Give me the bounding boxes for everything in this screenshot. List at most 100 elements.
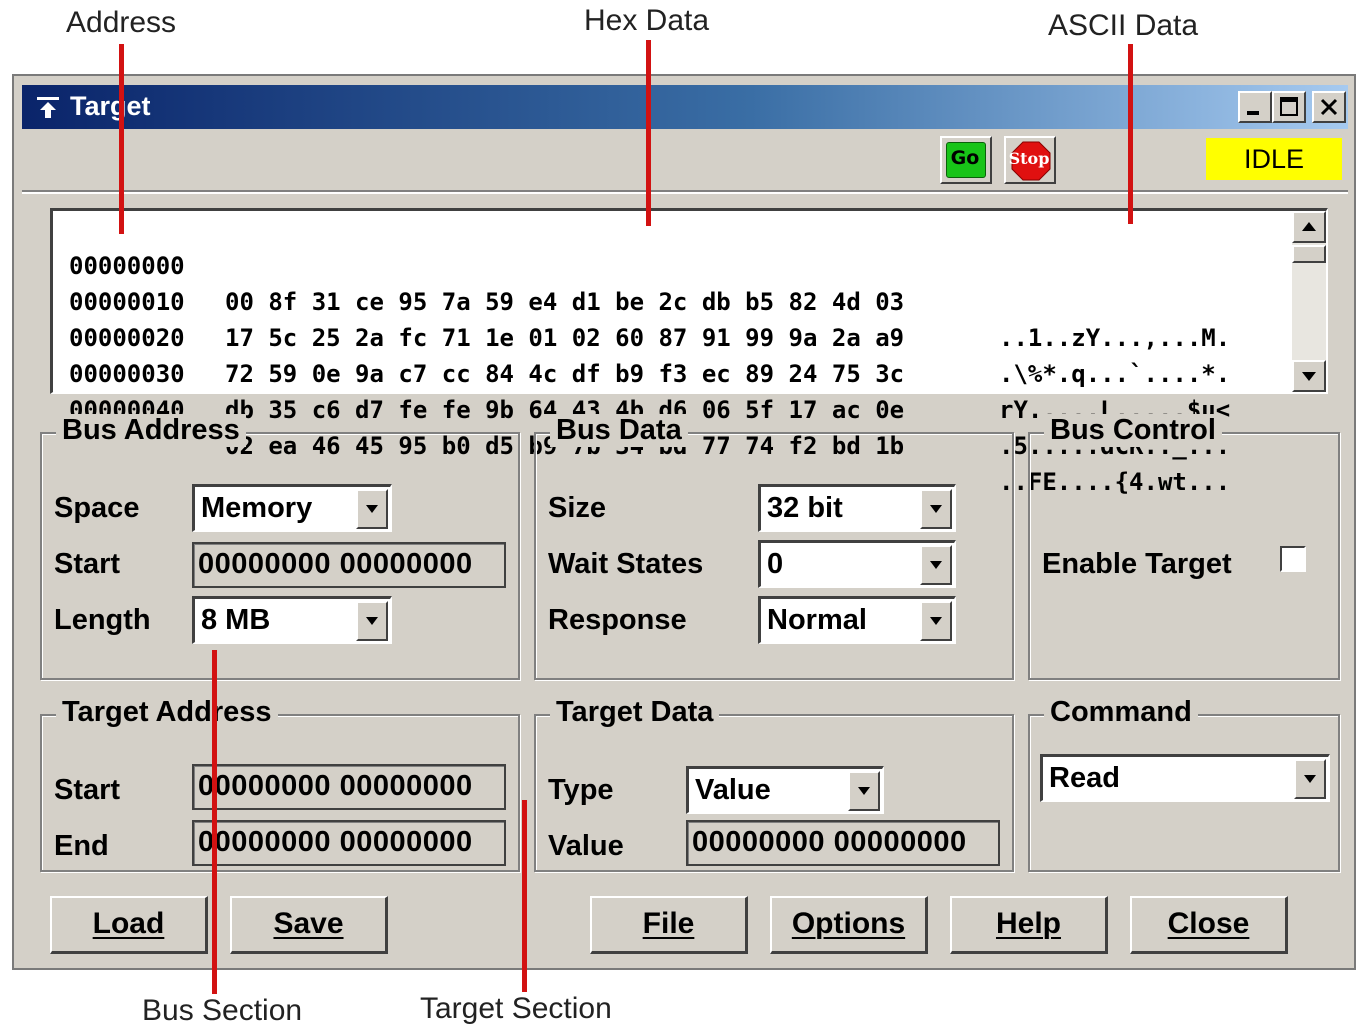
enable-target-checkbox[interactable] <box>1280 546 1306 572</box>
callout-line-address <box>119 44 124 234</box>
chevron-down-icon <box>930 617 942 625</box>
target-start-field[interactable]: 00000000 00000000 <box>192 764 506 810</box>
enable-target-label: Enable Target <box>1042 548 1232 580</box>
file-button[interactable]: File <box>590 896 748 954</box>
response-dropdown-button[interactable] <box>920 601 952 641</box>
save-button[interactable]: Save <box>230 896 388 954</box>
status-indicator: IDLE <box>1206 138 1342 180</box>
chevron-down-icon <box>858 787 870 795</box>
close-icon <box>1320 98 1338 116</box>
wait-states-value: 0 <box>767 548 784 580</box>
command-group: Command Read <box>1028 696 1340 872</box>
close-button[interactable]: Close <box>1130 896 1288 954</box>
callout-bus-section: Bus Section <box>142 994 303 1027</box>
target-end-field[interactable]: 00000000 00000000 <box>192 820 506 866</box>
callout-target-section: Target Section <box>420 992 612 1025</box>
chevron-down-icon <box>366 505 378 513</box>
callout-line-target-section <box>522 800 527 992</box>
hex-scrollbar[interactable] <box>1292 211 1326 392</box>
callout-address: Address <box>66 6 177 39</box>
arrow-down-icon <box>1302 372 1316 381</box>
start-label: Start <box>54 548 121 580</box>
toolbar-separator <box>22 190 1348 194</box>
value-label: Value <box>548 830 624 862</box>
scroll-up-button[interactable] <box>1292 211 1326 243</box>
options-button[interactable]: Options <box>770 896 928 954</box>
target-end-label: End <box>54 830 109 862</box>
target-address-title: Target Address <box>56 696 278 729</box>
type-select[interactable]: Value <box>686 766 884 814</box>
target-data-group: Target Data Type Value Value 00000000 00… <box>534 696 1014 872</box>
bus-address-title: Bus Address <box>56 414 246 447</box>
response-label: Response <box>548 604 687 636</box>
length-label: Length <box>54 604 151 636</box>
wait-states-select[interactable]: 0 <box>758 540 956 588</box>
command-dropdown-button[interactable] <box>1294 759 1326 799</box>
size-select[interactable]: 32 bit <box>758 484 956 532</box>
stop-button[interactable]: Stop <box>1004 136 1056 184</box>
hex-row[interactable]: 00000000 00 8f 31 ce 95 7a 59 e4 d1 be 2… <box>69 212 1230 352</box>
hex-row-bytes: 00 8f 31 ce 95 7a 59 e4 d1 be 2c db b5 8… <box>225 288 905 316</box>
size-value: 32 bit <box>767 492 843 524</box>
hex-row[interactable]: 00000030 db 35 c6 d7 fe fe 9b 64 43 4b d… <box>69 320 1230 460</box>
pin-icon <box>37 97 59 118</box>
bus-data-title: Bus Data <box>550 414 688 447</box>
bus-start-field[interactable]: 00000000 00000000 <box>192 542 506 588</box>
space-label: Space <box>54 492 140 524</box>
size-label: Size <box>548 492 607 524</box>
space-dropdown-button[interactable] <box>356 489 388 529</box>
callout-line-bus-section <box>212 650 217 994</box>
hex-row[interactable]: 00000040 02 ea 46 45 95 b0 d5 b9 7b 34 b… <box>69 356 1230 496</box>
scroll-down-button[interactable] <box>1292 360 1326 392</box>
wait-states-dropdown-button[interactable] <box>920 545 952 585</box>
bus-control-title: Bus Control <box>1044 414 1222 447</box>
length-dropdown-button[interactable] <box>356 601 388 641</box>
load-button[interactable]: Load <box>50 896 208 954</box>
maximize-button[interactable] <box>1272 91 1306 123</box>
hex-view[interactable]: 00000000 00 8f 31 ce 95 7a 59 e4 d1 be 2… <box>50 208 1328 496</box>
target-data-title: Target Data <box>550 696 720 729</box>
chevron-down-icon <box>930 561 942 569</box>
hex-row-bytes: 17 5c 25 2a fc 71 1e 01 02 60 87 91 99 9… <box>225 324 905 352</box>
type-dropdown-button[interactable] <box>848 771 880 811</box>
hex-row-ascii: ..1..zY...,...M. <box>999 324 1231 352</box>
length-select[interactable]: 8 MB <box>192 596 392 644</box>
target-start-label: Start <box>54 774 121 806</box>
chevron-down-icon <box>1304 775 1316 783</box>
space-value: Memory <box>201 492 313 524</box>
type-label: Type <box>548 774 614 806</box>
bus-start-value: 00000000 00000000 <box>198 548 473 580</box>
hex-row[interactable]: 00000020 72 59 0e 9a c7 cc 84 4c df b9 f… <box>69 284 1230 424</box>
target-address-group: Target Address Start 00000000 00000000 E… <box>40 696 520 872</box>
hex-row-bytes: 72 59 0e 9a c7 cc 84 4c df b9 f3 ec 89 2… <box>225 360 905 388</box>
size-dropdown-button[interactable] <box>920 489 952 529</box>
response-value: Normal <box>767 604 867 636</box>
length-value: 8 MB <box>201 604 271 636</box>
close-window-button[interactable] <box>1312 91 1346 123</box>
response-select[interactable]: Normal <box>758 596 956 644</box>
scroll-thumb[interactable] <box>1292 245 1326 263</box>
hex-row[interactable]: 00000010 17 5c 25 2a fc 71 1e 01 02 60 8… <box>69 248 1230 388</box>
bus-address-group: Bus Address Space Memory Start 00000000 … <box>40 414 520 680</box>
callout-ascii-data: ASCII Data <box>1048 9 1199 42</box>
command-value: Read <box>1049 762 1120 794</box>
bus-data-group: Bus Data Size 32 bit Wait States 0 Respo… <box>534 414 1014 680</box>
callout-hex-data: Hex Data <box>584 4 710 37</box>
hex-row-ascii: .\%*.q...`....*. <box>999 360 1231 388</box>
chevron-down-icon <box>930 505 942 513</box>
callout-line-hex-data <box>646 40 651 226</box>
space-select[interactable]: Memory <box>192 484 392 532</box>
help-button[interactable]: Help <box>950 896 1108 954</box>
target-end-value: 00000000 00000000 <box>198 826 473 858</box>
title-bar[interactable]: Target <box>22 85 1348 129</box>
bus-control-group: Bus Control Enable Target <box>1028 414 1340 680</box>
command-select[interactable]: Read <box>1040 754 1330 802</box>
arrow-up-icon <box>1302 222 1316 231</box>
target-value-field[interactable]: 00000000 00000000 <box>686 820 1000 866</box>
target-start-value: 00000000 00000000 <box>198 770 473 802</box>
wait-states-label: Wait States <box>548 548 704 580</box>
minimize-button[interactable] <box>1238 91 1272 123</box>
go-button[interactable]: Go <box>940 136 992 184</box>
window-title: Target <box>70 91 151 121</box>
command-title: Command <box>1044 696 1198 729</box>
